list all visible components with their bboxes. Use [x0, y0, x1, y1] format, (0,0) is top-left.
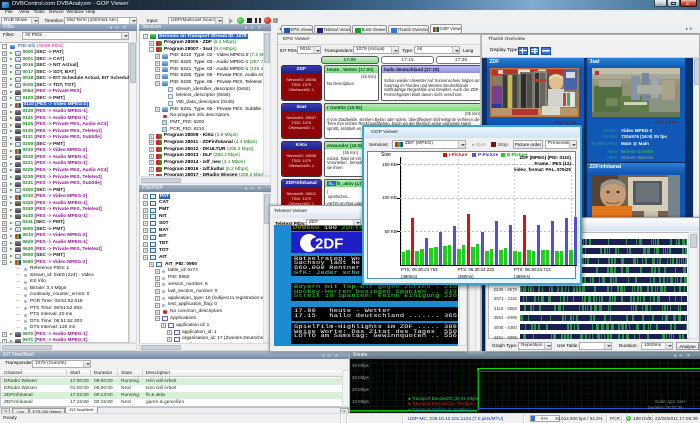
- svg-text:2DF: 2DF: [315, 235, 343, 252]
